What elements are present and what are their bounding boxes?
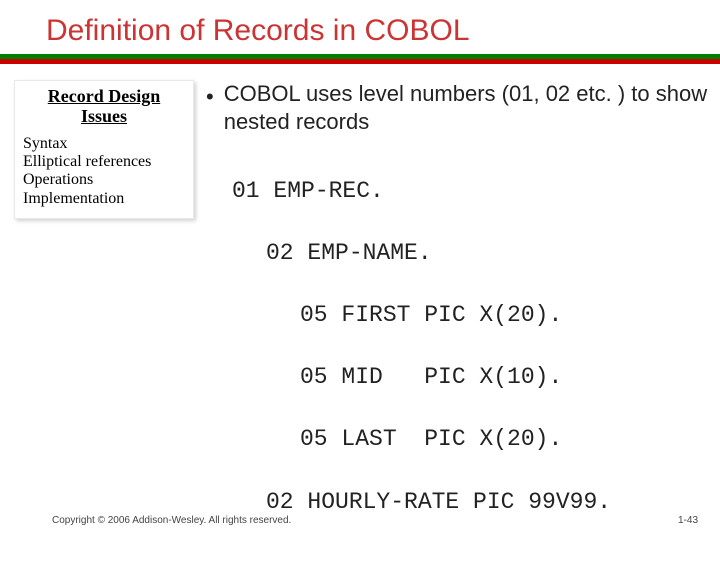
code-line-1: 01 EMP-REC. bbox=[206, 176, 708, 207]
code-line-6: 02 HOURLY-RATE PIC 99V99. bbox=[206, 487, 708, 518]
code-line-4: 05 MID PIC X(10). bbox=[206, 362, 708, 393]
slide-body: Record Design Issues Syntax Elliptical r… bbox=[0, 76, 720, 580]
sidebar-box: Record Design Issues Syntax Elliptical r… bbox=[14, 80, 194, 219]
sidebar-item-implementation: Implementation bbox=[23, 190, 185, 208]
bullet-text: COBOL uses level numbers (01, 02 etc. ) … bbox=[224, 80, 708, 135]
slide: Definition of Records in COBOL Record De… bbox=[0, 0, 720, 540]
code-line-3: 05 FIRST PIC X(20). bbox=[206, 300, 708, 331]
sidebar-item-elliptical-references: Elliptical references bbox=[23, 153, 185, 171]
code-line-5: 05 LAST PIC X(20). bbox=[206, 424, 708, 455]
sidebar-heading-line2: Issues bbox=[81, 106, 127, 126]
sidebar-heading: Record Design Issues bbox=[23, 87, 185, 127]
sidebar-heading-line1: Record Design bbox=[48, 86, 160, 106]
code-line-2: 02 EMP-NAME. bbox=[206, 238, 708, 269]
bullet-item: • COBOL uses level numbers (01, 02 etc. … bbox=[206, 80, 708, 135]
bullet-dot-icon: • bbox=[206, 86, 214, 108]
slide-title: Definition of Records in COBOL bbox=[0, 0, 720, 54]
sidebar-item-operations: Operations bbox=[23, 171, 185, 189]
footer-copyright: Copyright © 2006 Addison-Wesley. All rig… bbox=[52, 515, 291, 526]
sidebar-list: Syntax Elliptical references Operations … bbox=[23, 135, 185, 209]
content-area: • COBOL uses level numbers (01, 02 etc. … bbox=[206, 80, 720, 580]
sidebar-item-syntax: Syntax bbox=[23, 135, 185, 153]
footer: Copyright © 2006 Addison-Wesley. All rig… bbox=[0, 515, 720, 526]
footer-page: 1-43 bbox=[678, 515, 698, 526]
title-divider bbox=[0, 54, 720, 76]
divider-red bbox=[0, 59, 720, 64]
